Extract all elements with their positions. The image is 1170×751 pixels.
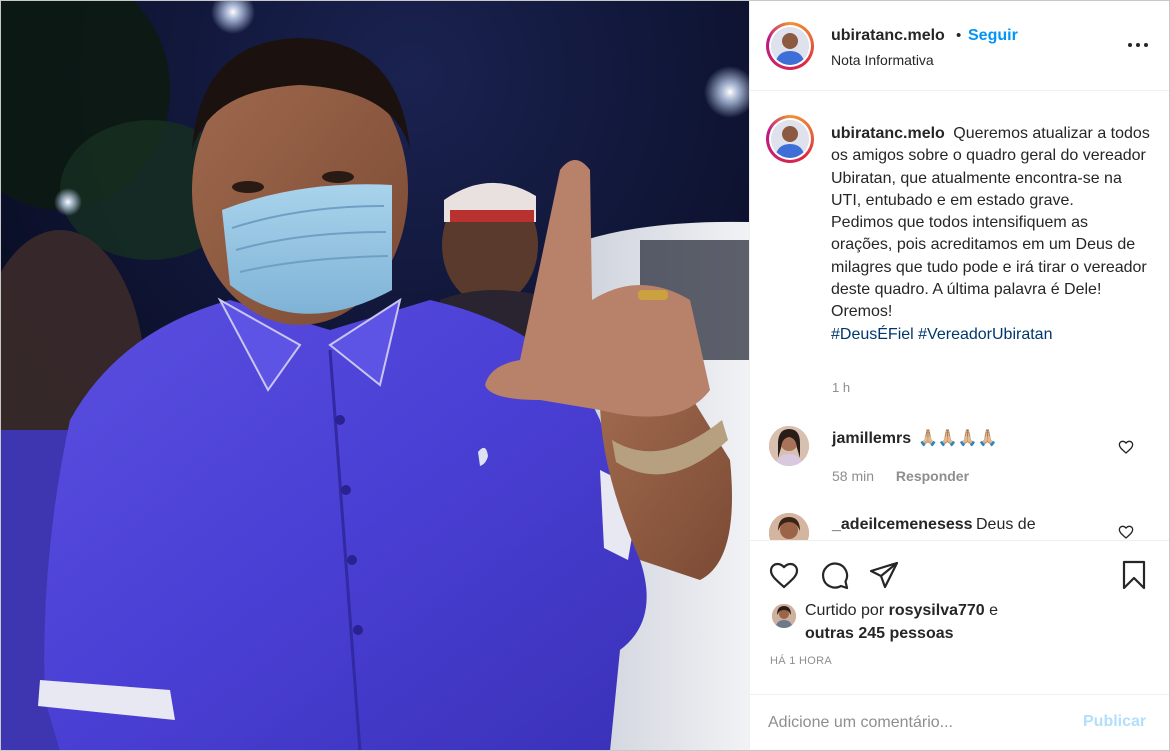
comment-username[interactable]: jamillemrs (832, 430, 911, 448)
follow-button[interactable]: Seguir (968, 27, 1018, 45)
caption-username[interactable]: ubiratanc.melo (831, 125, 945, 142)
likes-summary: Curtido por rosysilva770 e (805, 602, 998, 620)
liker-avatar[interactable] (772, 604, 796, 628)
post-side-panel: ubiratanc.melo • Seguir Nota Informativa… (749, 0, 1170, 751)
likes-prefix: Curtido por (805, 602, 885, 619)
caption-author-avatar[interactable] (766, 115, 814, 163)
author-avatar[interactable] (766, 22, 814, 70)
post-photo (0, 0, 749, 751)
hashtag-link[interactable]: #DeusÉFiel (831, 326, 914, 343)
post-header: ubiratanc.melo • Seguir Nota Informativa (750, 0, 1170, 91)
comment-username[interactable]: _adeilcemenesess (832, 516, 973, 534)
comment-time[interactable]: 58 min (832, 468, 874, 484)
comment-like-icon[interactable] (1118, 439, 1134, 455)
more-icon[interactable] (1126, 38, 1150, 52)
liker-username[interactable]: rosysilva770 (889, 602, 985, 619)
post-caption: ubiratanc.melo Queremos atualizar a todo… (831, 123, 1151, 346)
publish-button[interactable]: Publicar (1083, 713, 1146, 731)
bookmark-icon[interactable] (1118, 559, 1150, 591)
reply-button[interactable]: Responder (896, 468, 969, 484)
caption-timestamp[interactable]: 1 h (832, 380, 850, 395)
comment-text: 🙏🏼🙏🏼🙏🏼🙏🏼 (918, 430, 998, 447)
comments-area[interactable]: ubiratanc.melo Queremos atualizar a todo… (750, 92, 1170, 540)
hashtag-link[interactable]: #VereadorUbiratan (918, 326, 1052, 343)
comment-meta: 58 min Responder (832, 468, 969, 484)
comment-icon[interactable] (818, 559, 850, 591)
post-location[interactable]: Nota Informativa (831, 52, 934, 68)
commenter-avatar[interactable] (769, 426, 809, 466)
comment-text: Deus de (976, 516, 1036, 533)
heart-icon[interactable] (768, 559, 800, 591)
comment-like-icon[interactable] (1118, 524, 1134, 540)
add-comment-bar: Publicar (750, 694, 1170, 751)
share-icon[interactable] (868, 559, 900, 591)
post-date[interactable]: HÁ 1 HORA (770, 655, 832, 667)
likes-connector: e (989, 602, 999, 619)
likes-count-button[interactable]: outras 245 pessoas (805, 625, 954, 643)
commenter-avatar[interactable] (769, 513, 809, 540)
caption-text-2: Pedimos que todos intensifiquem as oraçõ… (831, 214, 1147, 321)
author-username[interactable]: ubiratanc.melo (831, 27, 945, 45)
comment-input[interactable] (768, 711, 1068, 735)
separator-dot: • (956, 27, 962, 44)
post-actions: Curtido por rosysilva770 e outras 245 pe… (750, 540, 1170, 751)
